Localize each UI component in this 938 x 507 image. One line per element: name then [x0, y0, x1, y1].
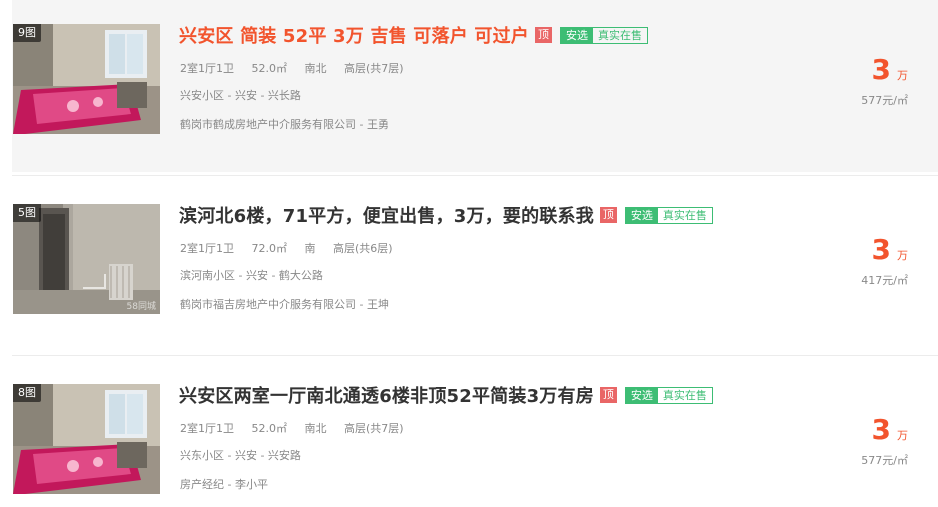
price-unit: 万	[897, 249, 908, 262]
anxuan-tag: 安选 真实在售	[624, 206, 713, 224]
top-tag: 顶	[534, 27, 552, 43]
floor-area: 72.0㎡	[251, 242, 288, 255]
listing-title-link[interactable]: 兴安区两室一厅南北通透6楼非顶52平简装3万有房	[179, 382, 594, 408]
listing-attributes: 2室1厅1卫 52.0㎡ 南北 高层(共7层)	[180, 60, 404, 76]
total-price: 3万	[872, 413, 908, 446]
room-layout: 2室1厅1卫	[180, 242, 234, 255]
anxuan-label: 安选	[560, 27, 593, 43]
total-price: 3万	[872, 233, 908, 266]
listing-photo[interactable]: 5图 58同城	[13, 204, 160, 314]
listing-title-link[interactable]: 兴安区 简装 52平 3万 吉售 可落户 可过户	[179, 22, 529, 48]
orientation: 南	[304, 242, 316, 255]
anxuan-label: 安选	[625, 207, 658, 223]
listing-location[interactable]: 滨河南小区 - 兴安 - 鹤大公路	[180, 267, 323, 283]
watermark: 58同城	[126, 302, 156, 312]
divider	[12, 355, 938, 356]
listing-location[interactable]: 兴安小区 - 兴安 - 兴长路	[180, 87, 301, 103]
room-layout: 2室1厅1卫	[180, 62, 234, 75]
listing-attributes: 2室1厅1卫 52.0㎡ 南北 高层(共7层)	[180, 420, 404, 436]
title-row: 滨河北6楼，71平方，便宜出售，3万，要的联系我顶安选 真实在售	[179, 202, 713, 228]
photo-count-badge: 8图	[13, 384, 41, 402]
price-unit: 万	[897, 429, 908, 442]
anxuan-tag: 安选 真实在售	[624, 386, 713, 404]
floor-info: 高层(共6层)	[333, 242, 393, 255]
real-sale-label: 真实在售	[662, 388, 707, 402]
listing-agency[interactable]: 鹤岗市福吉房地产中介服务有限公司 - 王坤	[180, 296, 389, 312]
top-tag: 顶	[599, 387, 617, 403]
price-value: 3	[871, 233, 891, 266]
price-value: 3	[871, 53, 891, 86]
listing-item[interactable]: 5图 58同城 滨河北6楼，71平方，便宜出售，3万，要的联系我顶安选 真实在售 …	[12, 180, 938, 352]
floor-area: 52.0㎡	[251, 62, 288, 75]
floor-info: 高层(共7层)	[344, 62, 404, 75]
top-tag: 顶	[599, 207, 617, 223]
title-row: 兴安区两室一厅南北通透6楼非顶52平简装3万有房顶安选 真实在售	[179, 382, 713, 408]
listing-list: 9图 兴安区 简装 52平 3万 吉售 可落户 可过户顶安选 真实在售 2室1厅1…	[0, 0, 938, 507]
listing-title-link[interactable]: 滨河北6楼，71平方，便宜出售，3万，要的联系我	[179, 202, 594, 228]
floor-area: 52.0㎡	[251, 422, 288, 435]
listing-attributes: 2室1厅1卫 72.0㎡ 南 高层(共6层)	[180, 240, 393, 256]
listing-photo[interactable]: 8图	[13, 384, 160, 494]
title-row: 兴安区 简装 52平 3万 吉售 可落户 可过户顶安选 真实在售	[179, 22, 648, 48]
listing-item[interactable]: 8图 兴安区两室一厅南北通透6楼非顶52平简装3万有房顶安选 真实在售 2室1厅1…	[12, 360, 938, 507]
listing-agency[interactable]: 鹤岗市鹤成房地产中介服务有限公司 - 王勇	[180, 116, 389, 132]
total-price: 3万	[872, 53, 908, 86]
room-layout: 2室1厅1卫	[180, 422, 234, 435]
photo-count-badge: 5图	[13, 204, 41, 222]
price-value: 3	[871, 413, 891, 446]
orientation: 南北	[304, 422, 327, 435]
real-sale-label: 真实在售	[662, 208, 707, 222]
listing-agency[interactable]: 房产经纪 - 李小平	[180, 476, 268, 492]
floor-info: 高层(共7层)	[344, 422, 404, 435]
unit-price: 577元/㎡	[861, 94, 908, 107]
listing-item[interactable]: 9图 兴安区 简装 52平 3万 吉售 可落户 可过户顶安选 真实在售 2室1厅1…	[12, 0, 938, 172]
listing-photo[interactable]: 9图	[13, 24, 160, 134]
orientation: 南北	[304, 62, 327, 75]
price-unit: 万	[897, 69, 908, 82]
listing-location[interactable]: 兴东小区 - 兴安 - 兴安路	[180, 447, 301, 463]
real-sale-label: 真实在售	[597, 28, 642, 42]
divider	[12, 175, 938, 176]
unit-price: 577元/㎡	[861, 454, 908, 467]
anxuan-label: 安选	[625, 387, 658, 403]
photo-count-badge: 9图	[13, 24, 41, 42]
unit-price: 417元/㎡	[861, 274, 908, 287]
anxuan-tag: 安选 真实在售	[559, 26, 648, 44]
